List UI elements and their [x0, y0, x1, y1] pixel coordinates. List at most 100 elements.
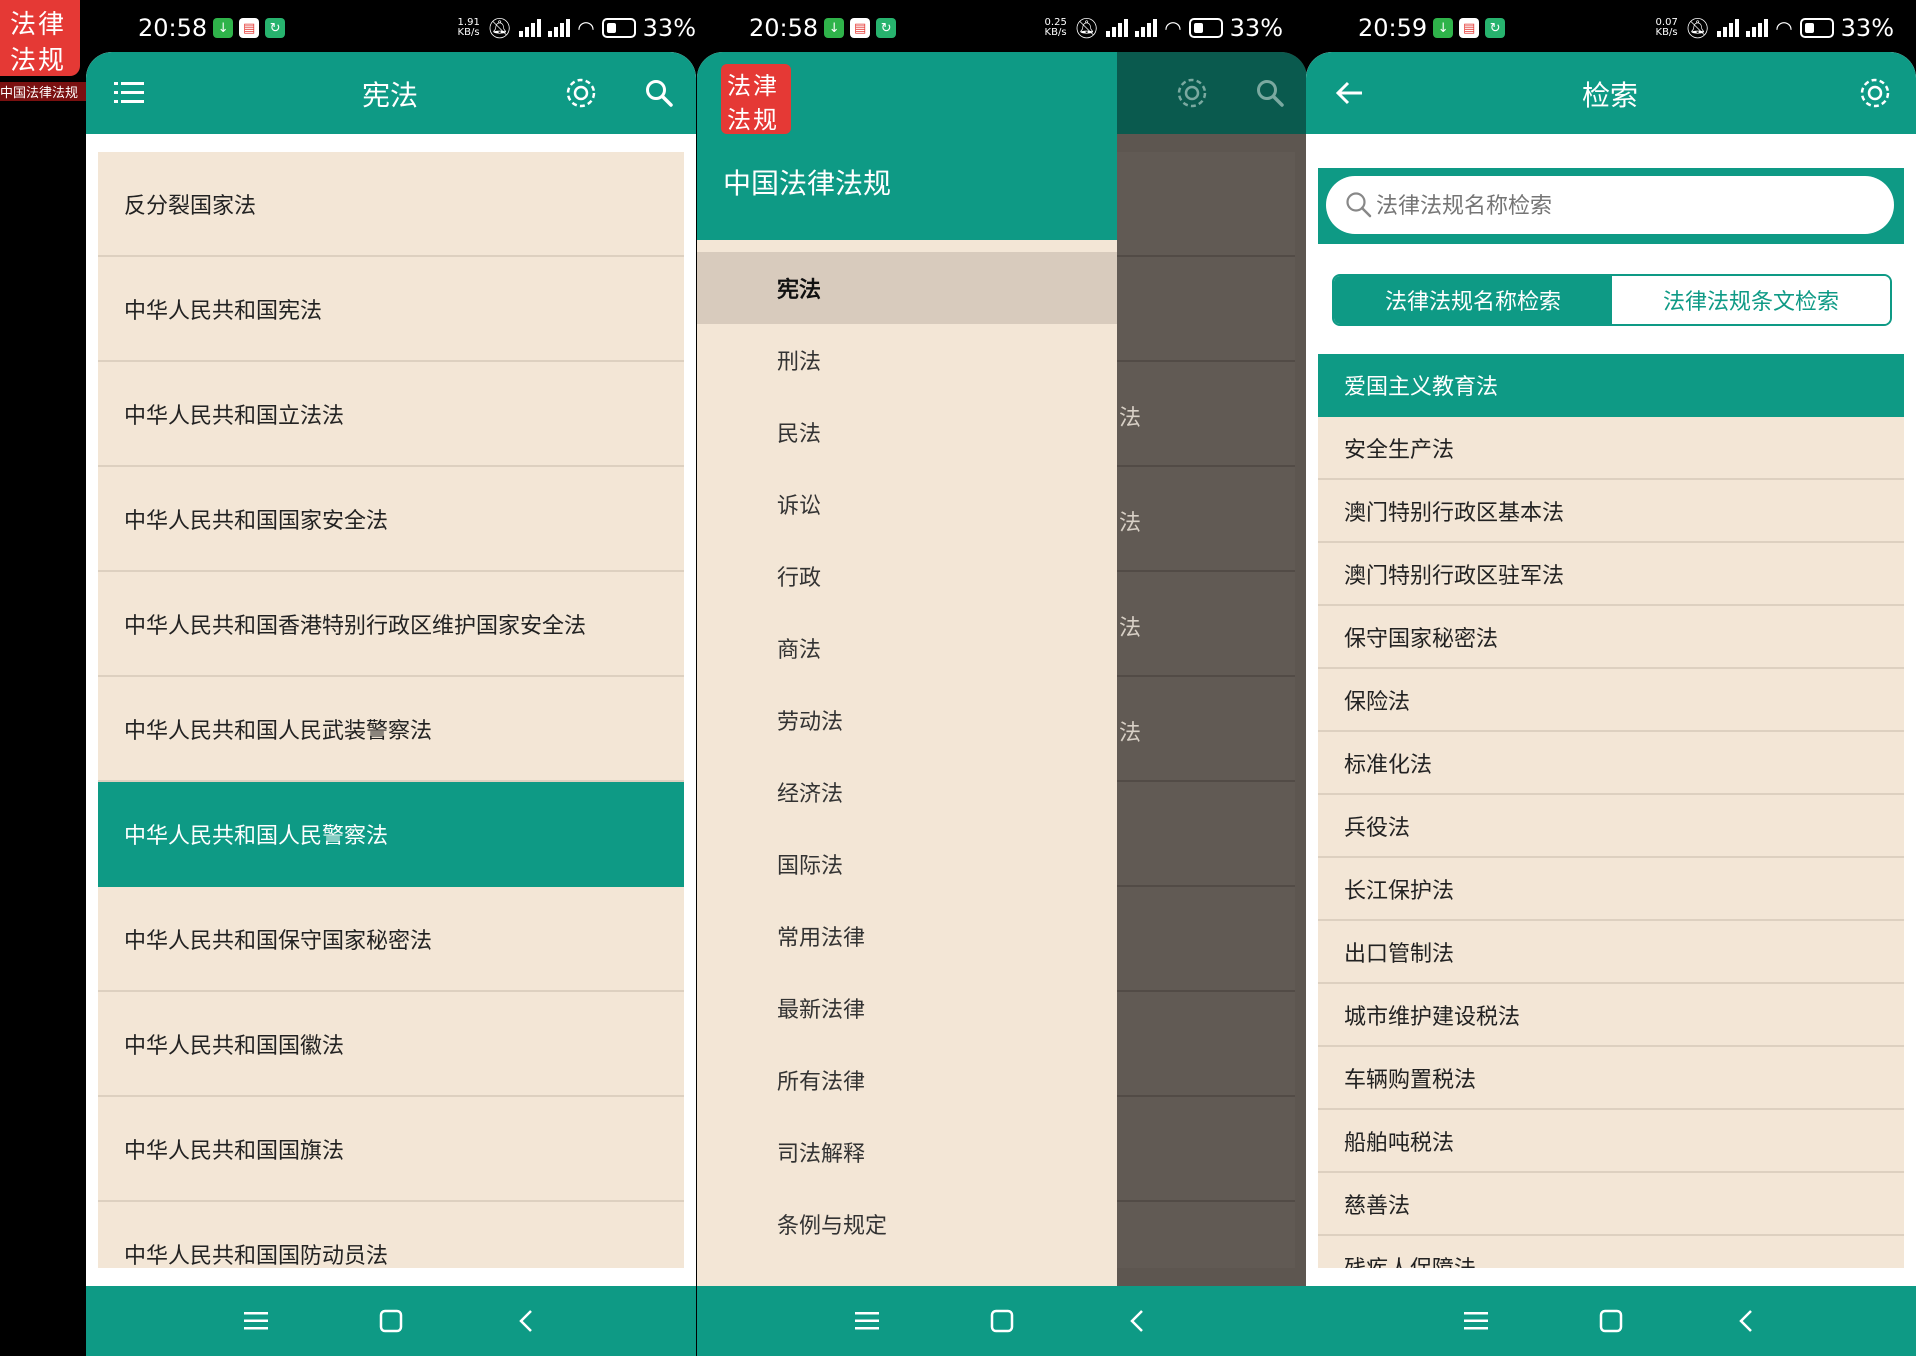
- drawer-item[interactable]: 商法: [697, 612, 1117, 684]
- drawer-item[interactable]: 刑法: [697, 324, 1117, 396]
- dimmed-row-fragment: 法: [1119, 406, 1142, 431]
- list-item[interactable]: 兵役法: [1318, 795, 1904, 858]
- app-notify-icon: ▤: [239, 18, 260, 38]
- wifi-icon: ◠: [1164, 16, 1182, 40]
- list-item-label: 保守国家秘密法: [1344, 626, 1499, 652]
- dimmed-row-fragment: 法: [1119, 616, 1142, 641]
- list-item[interactable]: 慈善法: [1318, 1173, 1904, 1236]
- sync-icon: ↻: [876, 18, 897, 38]
- dimmed-row-fragment: 法: [1119, 511, 1142, 536]
- list-item[interactable]: 中华人民共和国立法法: [98, 362, 684, 467]
- list-item[interactable]: 中华人民共和国人民武装警察法: [98, 677, 684, 782]
- back-arrow-icon[interactable]: [1332, 76, 1366, 110]
- sync-icon: ↻: [265, 18, 286, 38]
- search-field[interactable]: [1326, 176, 1894, 234]
- tab-text-search[interactable]: 法律法规条文检索: [1612, 276, 1890, 324]
- recents-icon[interactable]: [236, 1301, 276, 1341]
- drawer-item[interactable]: 民法: [697, 396, 1117, 468]
- gear-icon: [1173, 74, 1211, 112]
- drawer-item[interactable]: 劳动法: [697, 684, 1117, 756]
- drawer-item[interactable]: 司法解释: [697, 1116, 1117, 1188]
- law-list: 反分裂国家法 中华人民共和国宪法 中华人民共和国立法法 中华人民共和国国家安全法 中华人…: [98, 152, 684, 1268]
- search-icon: [1344, 190, 1374, 220]
- list-item-label: 城市维护建设税法: [1344, 1004, 1521, 1030]
- drawer-item[interactable]: 条例与规定: [697, 1188, 1117, 1260]
- list-item[interactable]: 澳门特别行政区基本法: [1318, 480, 1904, 543]
- list-item[interactable]: 爱国主义教育法: [1318, 354, 1904, 417]
- list-item[interactable]: 车辆购置税法: [1318, 1047, 1904, 1110]
- home-icon[interactable]: [371, 1301, 411, 1341]
- list-item[interactable]: 中华人民共和国宪法: [98, 257, 684, 362]
- list-item[interactable]: 船舶吨税法: [1318, 1110, 1904, 1173]
- list-item[interactable]: 安全生产法: [1318, 417, 1904, 480]
- back-icon[interactable]: [1726, 1301, 1766, 1341]
- battery-icon: [601, 18, 636, 38]
- signal-icon: [1717, 19, 1740, 37]
- recents-icon[interactable]: [1456, 1301, 1496, 1341]
- screen-search: 检索 法律法规名称检索 法律法规条文检索 爱国主义教育法安全生产法澳门特别行政区…: [1306, 52, 1916, 1356]
- sync-icon: ↻: [1485, 18, 1506, 38]
- app-notify-icon: ▤: [1459, 18, 1480, 38]
- battery-text: 33%: [1229, 14, 1283, 42]
- list-item[interactable]: 中华人民共和国国旗法: [98, 1097, 684, 1202]
- signal-icon-2: [1135, 19, 1158, 37]
- drawer-item[interactable]: 最新法律: [697, 972, 1117, 1044]
- status-time: 20:59: [1358, 14, 1428, 42]
- drawer-item[interactable]: 经济法: [697, 756, 1117, 828]
- drawer-item[interactable]: 诉讼: [697, 468, 1117, 540]
- list-item[interactable]: 中华人民共和国国家安全法: [98, 467, 684, 572]
- list-item[interactable]: 保守国家秘密法: [1318, 606, 1904, 669]
- list-item[interactable]: 标准化法: [1318, 732, 1904, 795]
- list-item[interactable]: 中华人民共和国香港特别行政区维护国家安全法: [98, 572, 684, 677]
- back-icon[interactable]: [1117, 1301, 1157, 1341]
- search-input[interactable]: [1374, 186, 1878, 226]
- list-item[interactable]: 保险法: [1318, 669, 1904, 732]
- badge-caption: 中国法律法规: [0, 82, 90, 101]
- gear-icon[interactable]: [562, 74, 600, 112]
- list-item[interactable]: 残疾人保障法: [1318, 1236, 1904, 1269]
- list-item-label: 出口管制法: [1344, 941, 1455, 967]
- list-item[interactable]: 出口管制法: [1318, 921, 1904, 984]
- badge-line-1: 法律: [10, 10, 67, 40]
- back-icon[interactable]: [506, 1301, 546, 1341]
- recents-icon[interactable]: [847, 1301, 887, 1341]
- drawer-item[interactable]: 所有法律: [697, 1044, 1117, 1116]
- screen-drawer: 法法法法 法津 法规 中国法律法规 宪法 刑法 民法 诉讼 行政 商法 劳动法 经济法 国际法常…: [697, 52, 1307, 1356]
- list-item-label: 船舶吨税法: [1344, 1130, 1455, 1156]
- list-item-label: 长江保护法: [1344, 878, 1455, 904]
- battery-icon: [1799, 18, 1834, 38]
- home-icon[interactable]: [982, 1301, 1022, 1341]
- signal-icon-2: [1746, 19, 1769, 37]
- list-item-label: 残疾人保障法: [1344, 1251, 1476, 1269]
- list-item[interactable]: 中华人民共和国国防动员法: [98, 1202, 684, 1269]
- app-badge-logo: 法律 法规: [0, 0, 80, 76]
- list-item-label: 中华人民共和国宪法: [124, 298, 323, 324]
- list-item[interactable]: 长江保护法: [1318, 858, 1904, 921]
- list-item-label: 中华人民共和国国防动员法: [124, 1243, 389, 1269]
- download-icon: ↓: [824, 18, 845, 38]
- tab-name-search[interactable]: 法律法规名称检索: [1334, 276, 1612, 324]
- list-item[interactable]: 澳门特别行政区驻军法: [1318, 543, 1904, 606]
- drawer-item[interactable]: 宪法: [697, 252, 1117, 324]
- list-item[interactable]: 中华人民共和国国徽法: [98, 992, 684, 1097]
- battery-text: 33%: [1840, 14, 1894, 42]
- law-search-results: 爱国主义教育法 安全生产法 澳门特别行政区基本法 澳门特别行政区驻军法保守国家秘密法保…: [1318, 354, 1904, 1268]
- list-item[interactable]: 中华人民共和国保守国家秘密法: [98, 887, 684, 992]
- status-bar-1: 20:58 ↓ ▤ ↻ 1.91 KB/s 🔕︎ ◠ 33%: [86, 0, 696, 52]
- drawer-item[interactable]: 国际法: [697, 828, 1117, 900]
- drawer-app-name: 中国法律法规: [723, 167, 892, 200]
- gear-icon[interactable]: [1856, 74, 1894, 112]
- status-bar-3: 20:59 ↓ ▤ ↻ 0.07 KB/s 🔕︎ ◠ 33%: [1306, 0, 1916, 52]
- list-item[interactable]: 反分裂国家法: [98, 152, 684, 257]
- list-item[interactable]: 中华人民共和国人民警察法: [98, 782, 684, 887]
- mute-icon: 🔕︎: [1073, 16, 1100, 40]
- home-icon[interactable]: [1591, 1301, 1631, 1341]
- drawer-item[interactable]: 行政: [697, 540, 1117, 612]
- search-icon[interactable]: [642, 76, 676, 110]
- list-item-label: 中华人民共和国立法法: [124, 403, 345, 429]
- drawer-header: 法津 法规 中国法律法规: [697, 52, 1117, 240]
- drawer-item[interactable]: 常用法律: [697, 900, 1117, 972]
- menu-icon[interactable]: [112, 76, 146, 110]
- logo-line-2: 法规: [727, 106, 779, 134]
- list-item[interactable]: 城市维护建设税法: [1318, 984, 1904, 1047]
